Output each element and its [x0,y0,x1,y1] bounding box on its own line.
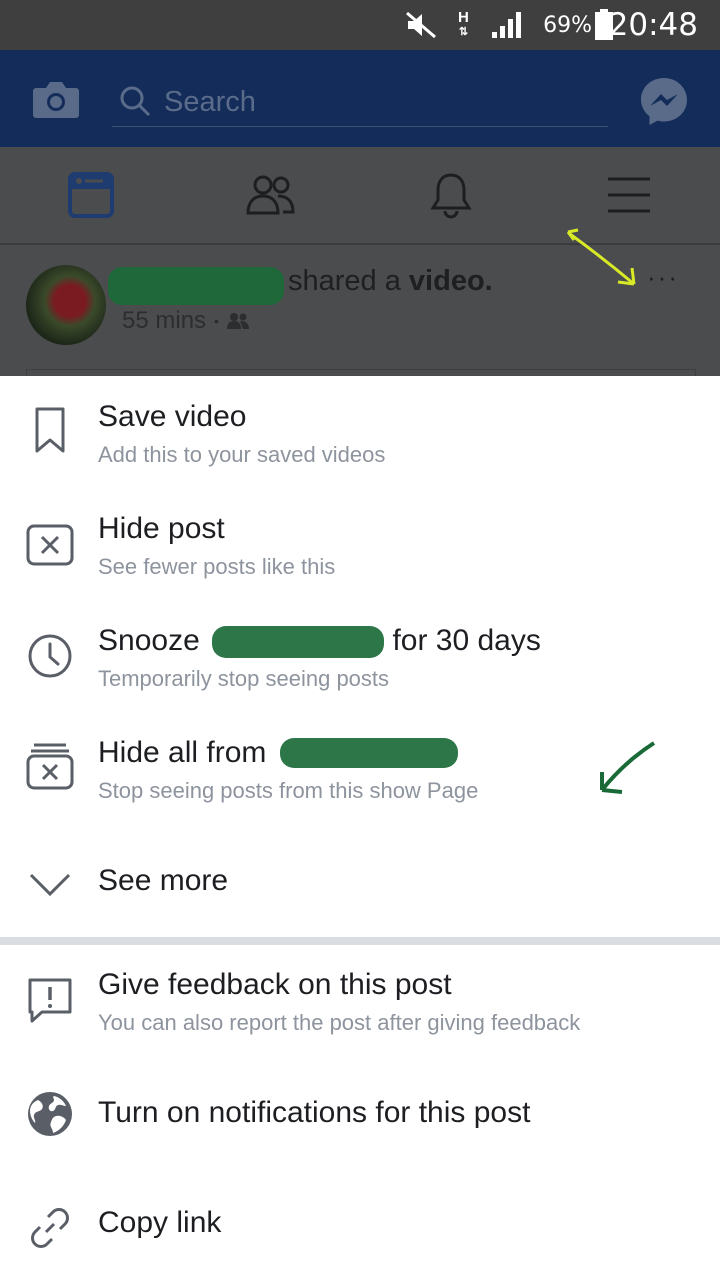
messenger-icon[interactable] [639,76,689,126]
bell-icon [429,171,473,219]
menu-item-title: Save video [98,400,247,433]
menu-item-title: Turn on notifications for this post [98,1096,531,1129]
clock-time: 20:48 [608,7,698,43]
clock-icon [24,630,76,682]
menu-item-see-more[interactable]: See more [0,844,720,924]
snooze-title-suffix: for 30 days [392,624,541,657]
menu-item-subtitle: Temporarily stop seeing posts [98,666,390,691]
menu-item-turn-on-notifications[interactable]: Turn on notifications for this post [0,1080,720,1160]
app-header: Search [0,50,720,147]
post-object-text: video. [408,265,493,297]
globe-icon [24,1088,76,1140]
feedback-icon [24,974,76,1026]
annotation-arrow [562,226,644,292]
menu-item-subtitle: You can also report the post after givin… [98,1010,581,1035]
redaction-scribble [280,738,458,768]
separator-dot: • [214,313,219,329]
post-more-options-button[interactable]: ··· [647,262,679,293]
friends-icon [245,173,297,217]
search-input[interactable]: Search [112,78,608,127]
post-options-sheet: Save video Add this to your saved videos… [0,376,720,1280]
search-icon [118,84,152,118]
signal-icon [490,0,526,50]
chevron-down-icon [24,858,76,910]
redaction-scribble [212,626,384,658]
menu-item-subtitle: See fewer posts like this [98,554,336,579]
menu-item-subtitle: Stop seeing posts from this show Page [98,778,479,803]
post-title: shared a video. [288,265,493,298]
search-placeholder: Search [164,85,256,118]
menu-item-title: Hide all from [98,736,267,769]
menu-item-snooze[interactable]: Snooze for 30 days Temporarily stop seei… [0,614,720,714]
hamburger-menu-icon [606,175,652,215]
menu-item-title: See more [98,864,229,897]
hide-post-icon [24,519,76,571]
network-type-icon: H ⇅ [458,9,469,38]
avatar[interactable] [26,265,106,345]
redacted-author-name [108,267,284,305]
menu-item-subtitle: Add this to your saved videos [98,442,386,467]
section-divider [0,937,720,945]
link-icon [24,1202,76,1254]
post-time: 55 mins [122,307,207,334]
hide-all-icon [24,740,76,792]
menu-item-hide-post[interactable]: Hide post See fewer posts like this [0,502,720,602]
post-meta: 55 mins • [122,307,249,335]
audience-friends-icon [226,312,249,330]
menu-item-title: Give feedback on this post [98,968,452,1001]
menu-item-hide-all[interactable]: Hide all from Stop seeing posts from thi… [0,726,720,826]
network-type-label: H [458,9,469,26]
bookmark-icon [24,405,76,457]
status-bar: H ⇅ 69% 20:48 [0,0,720,50]
tab-news-feed[interactable] [31,147,151,243]
menu-item-copy-link[interactable]: Copy link [0,1192,720,1272]
menu-item-save-video[interactable]: Save video Add this to your saved videos [0,390,720,490]
snooze-title-prefix: Snooze [98,624,200,657]
tab-friends[interactable] [211,147,331,243]
tab-notifications[interactable] [391,147,511,243]
post-action-text: shared a [288,265,401,297]
camera-icon[interactable] [32,78,80,120]
news-feed-icon [67,171,115,219]
annotation-arrow [592,740,658,800]
menu-item-give-feedback[interactable]: Give feedback on this post You can also … [0,958,720,1058]
menu-item-title: Copy link [98,1206,222,1239]
menu-item-title: Hide post [98,512,225,545]
battery-percent: 69% [543,12,592,38]
mute-icon [404,0,438,50]
